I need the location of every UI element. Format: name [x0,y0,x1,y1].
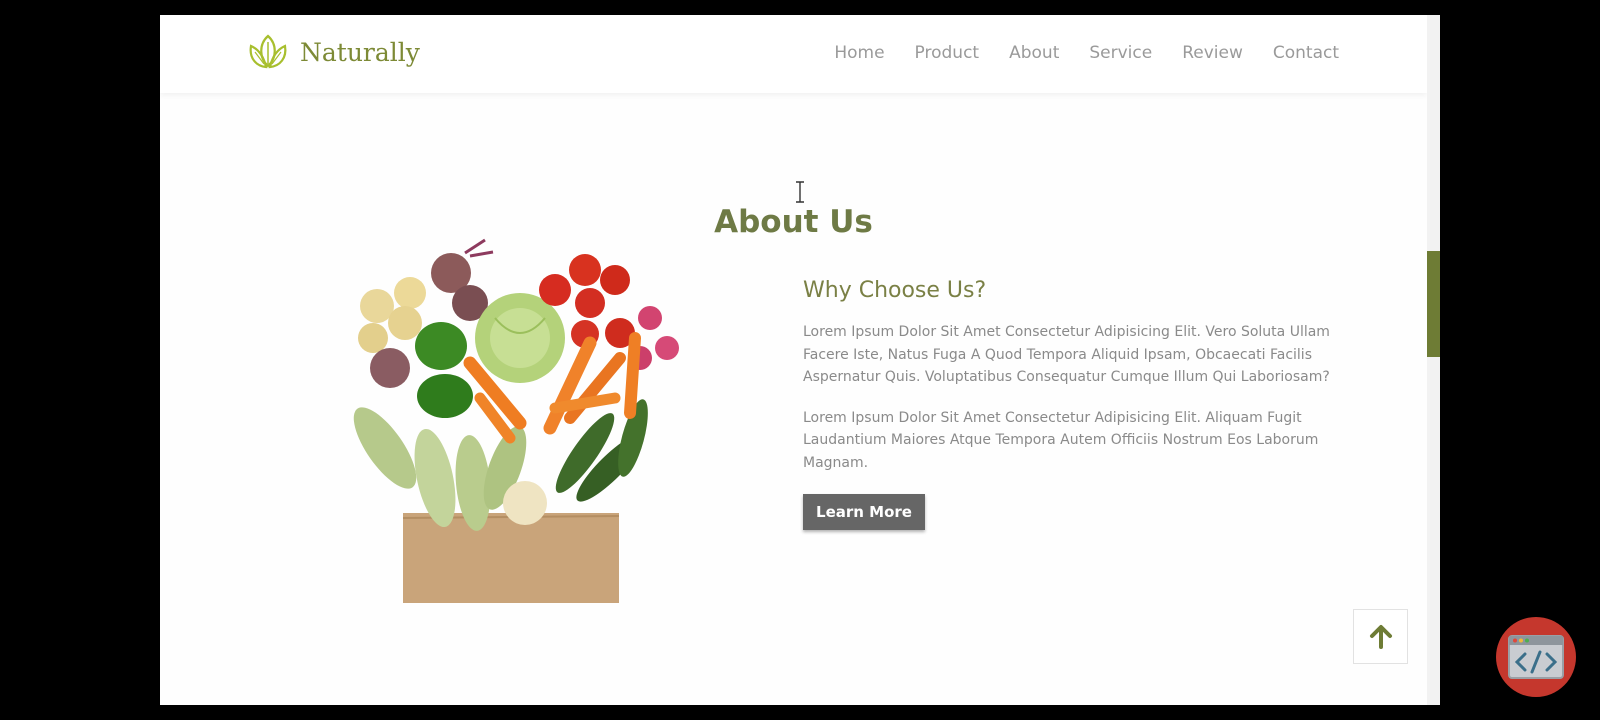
nav-review[interactable]: Review [1182,43,1243,63]
nav-service[interactable]: Service [1089,43,1152,63]
main-nav: Home Product About Service Review Contac… [804,43,1339,63]
nav-about[interactable]: About [1009,43,1059,63]
brand-name: Naturally [300,37,420,67]
brand-logo[interactable]: Naturally [246,32,420,72]
scrollbar-thumb[interactable] [1427,251,1440,357]
learn-more-button[interactable]: Learn More [803,494,925,530]
arrow-up-icon [1369,624,1392,649]
nav-product[interactable]: Product [915,43,980,63]
scroll-to-top-button[interactable] [1353,609,1408,664]
section-title: About Us [714,203,873,240]
webpage: Naturally Home Product About Service Rev… [160,15,1440,705]
nav-contact[interactable]: Contact [1273,43,1339,63]
leaf-logo-icon [249,34,287,69]
navbar: Naturally Home Product About Service Rev… [160,15,1427,93]
code-badge[interactable] [1496,617,1576,697]
about-content: Why Choose Us? Lorem Ipsum Dolor Sit Ame… [803,278,1343,530]
vegetables-image [353,238,679,603]
code-icon [1508,635,1564,679]
text-cursor-icon [796,181,804,203]
about-paragraph-1: Lorem Ipsum Dolor Sit Amet Consectetur A… [803,324,1330,385]
nav-home[interactable]: Home [834,43,884,63]
why-choose-heading: Why Choose Us? [803,278,987,303]
scrollbar-track[interactable] [1427,15,1440,705]
about-paragraph-2: Lorem Ipsum Dolor Sit Amet Consectetur A… [803,409,1319,471]
